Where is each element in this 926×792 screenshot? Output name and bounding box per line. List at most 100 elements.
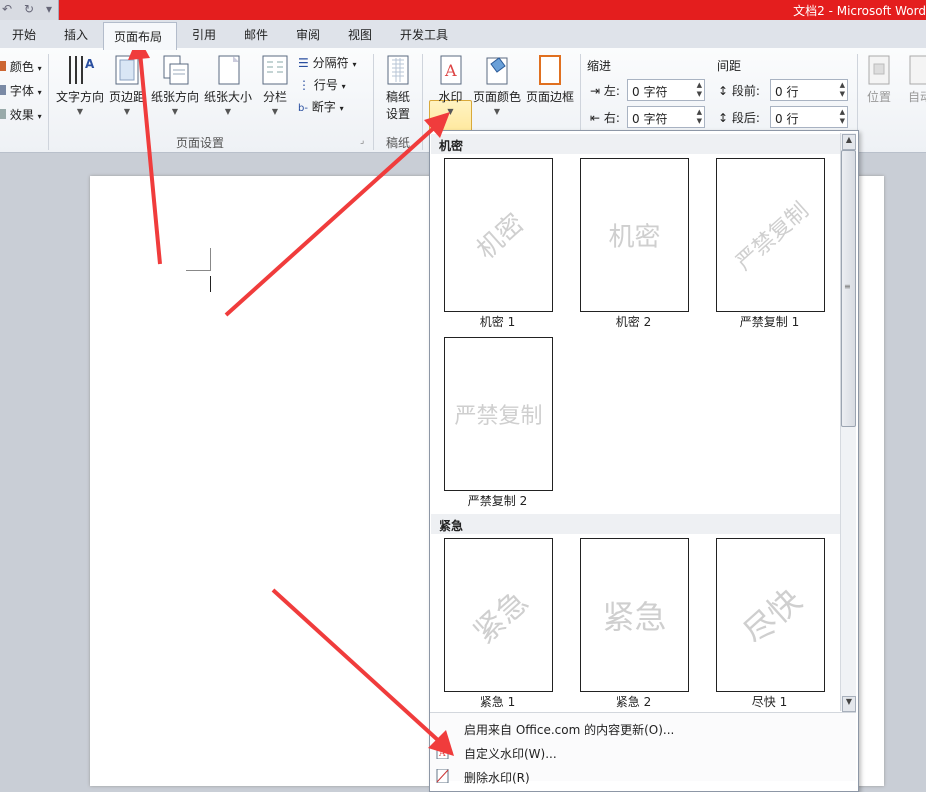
spacing-title: 间距 — [717, 59, 742, 73]
tab-insert[interactable]: 插入 — [64, 26, 88, 43]
manuscript-icon — [387, 55, 409, 85]
tab-view[interactable]: 视图 — [348, 26, 372, 43]
section-title-confidential: 机密 — [439, 139, 464, 153]
spin-down-icon[interactable]: ▼ — [697, 90, 702, 98]
menu-custom-watermark[interactable]: 自定义水印(W)... — [464, 745, 557, 762]
svg-text:A: A — [444, 61, 457, 80]
page-color-icon — [486, 57, 508, 85]
watermark-thumb[interactable]: 机密 — [444, 158, 553, 312]
breaks-icon: ☰ — [298, 56, 309, 70]
watermark-sample-text: 机密 — [608, 222, 661, 253]
tab-home[interactable]: 开始 — [12, 26, 36, 43]
customize-qat-icon[interactable]: ▾ — [46, 2, 52, 16]
orientation-icon — [163, 55, 189, 85]
margins-label: 页边距 — [108, 90, 145, 104]
spacing-after-icon: ↕ — [718, 111, 729, 125]
text-direction-button[interactable]: A 文字方向 ▼ — [55, 54, 105, 116]
hyphenation-label: 断字 — [311, 100, 336, 114]
breaks-button[interactable]: ☰ 分隔符 ▾ — [298, 54, 356, 71]
position-icon — [868, 55, 890, 85]
spin-up-icon[interactable]: ▲ — [697, 108, 702, 116]
page-borders-button[interactable]: 页面边框 — [525, 54, 575, 105]
manuscript-settings-button[interactable]: 稿纸 设置 — [380, 54, 416, 122]
spacing-after-input[interactable]: 0 行 ▲ ▼ — [770, 106, 848, 128]
spin-down-icon[interactable]: ▼ — [697, 117, 702, 125]
watermark-thumb[interactable]: 机密 — [580, 158, 689, 312]
text-direction-icon: A — [69, 56, 95, 84]
columns-button[interactable]: 分栏 ▼ — [258, 54, 292, 116]
position-button[interactable]: 位置 — [862, 54, 896, 105]
line-numbers-button[interactable]: ⋮ 行号 ▾ — [298, 76, 346, 93]
size-button[interactable]: 纸张大小 ▼ — [203, 54, 253, 116]
menu-remove-watermark[interactable]: 删除水印(R) — [464, 769, 530, 786]
indent-right-label-row: ⇤ 右: — [590, 109, 620, 126]
margins-icon — [115, 55, 139, 85]
watermark-sample-text: 紧急 — [602, 598, 667, 636]
spacing-before-input[interactable]: 0 行 ▲ ▼ — [770, 79, 848, 101]
menu-custom-watermark-label: 自定义水印(W)... — [464, 747, 557, 761]
menu-office-updates[interactable]: 启用来自 Office.com 的内容更新(O)... — [464, 721, 674, 738]
manuscript-settings-label-1: 稿纸 — [385, 90, 410, 104]
redo-icon[interactable]: ↻ — [24, 2, 34, 16]
margin-corner-mark — [186, 248, 211, 271]
scroll-down-icon[interactable]: ▼ — [842, 696, 856, 712]
spin-up-icon[interactable]: ▲ — [840, 108, 845, 116]
tab-mailings[interactable]: 邮件 — [244, 26, 268, 43]
watermark-thumb-label: 尽快 1 — [751, 695, 788, 709]
indent-left-input[interactable]: 0 字符 ▲ ▼ — [627, 79, 705, 101]
scroll-grip-icon: ≡ — [844, 282, 851, 291]
theme-effects-button[interactable]: 效果 ▾ — [0, 106, 42, 123]
indent-left-icon: ⇥ — [590, 84, 601, 98]
spin-down-icon[interactable]: ▼ — [840, 90, 845, 98]
svg-text:A: A — [438, 749, 446, 759]
position-label: 位置 — [866, 90, 891, 104]
auto-wrap-label: 自动 — [907, 90, 926, 104]
text-cursor — [210, 276, 211, 292]
chevron-down-icon: ▼ — [224, 107, 232, 116]
watermark-thumb[interactable]: 紧急 — [444, 538, 553, 692]
tab-review[interactable]: 审阅 — [296, 26, 320, 43]
watermark-sample-text: 紧急 — [466, 584, 535, 651]
watermark-thumb-label: 机密 2 — [615, 315, 652, 329]
tab-developer[interactable]: 开发工具 — [400, 26, 448, 43]
theme-colors-button[interactable]: 颜色 ▾ — [0, 58, 42, 75]
scroll-up-icon[interactable]: ▲ — [842, 134, 856, 150]
spin-up-icon[interactable]: ▲ — [697, 81, 702, 89]
gallery-section-header: 机密 — [431, 134, 840, 154]
undo-icon[interactable]: ↶ — [2, 2, 12, 16]
page-borders-icon — [539, 55, 561, 85]
watermark-button-content[interactable]: A 水印 ▼ — [430, 54, 471, 116]
watermark-thumb[interactable]: 尽快 — [716, 538, 825, 692]
gallery-section-header: 紧急 — [431, 514, 840, 534]
orientation-button[interactable]: 纸张方向 ▼ — [150, 54, 200, 116]
indent-right-input[interactable]: 0 字符 ▲ ▼ — [627, 106, 705, 128]
watermark-menu: 启用来自 Office.com 的内容更新(O)... A 自定义水印(W)..… — [430, 712, 856, 785]
tab-page-layout[interactable]: 页面布局 — [103, 22, 177, 50]
watermark-thumb[interactable]: 紧急 — [580, 538, 689, 692]
hyphenation-button[interactable]: b‑ 断字 ▾ — [298, 98, 344, 115]
watermark-icon: A — [440, 55, 461, 85]
spin-up-icon[interactable]: ▲ — [840, 81, 845, 89]
margins-button[interactable]: 页边距 ▼ — [107, 54, 147, 116]
watermark-gallery-dropdown: 机密 机密 机密 1 机密 机密 2 严禁复制 严禁复制 1 严禁复制 严禁复制… — [429, 130, 859, 792]
spin-down-icon[interactable]: ▼ — [840, 117, 845, 125]
spacing-after-label-row: ↕ 段后: — [718, 109, 760, 126]
watermark-thumb[interactable]: 严禁复制 — [716, 158, 825, 312]
breaks-label: 分隔符 — [312, 56, 349, 70]
chevron-down-icon: ▼ — [123, 107, 131, 116]
section-title-urgent: 紧急 — [439, 519, 464, 533]
size-label: 纸张大小 — [203, 90, 252, 104]
theme-fonts-button[interactable]: 字体 ▾ — [0, 82, 42, 99]
dialog-launcher-icon[interactable]: ⌟ — [360, 136, 364, 146]
tab-references[interactable]: 引用 — [192, 26, 216, 43]
watermark-thumb-label: 机密 1 — [479, 315, 516, 329]
line-numbers-icon: ⋮ — [298, 78, 310, 92]
theme-effects-label: 效果 — [9, 108, 34, 122]
theme-colors-icon — [0, 61, 6, 71]
text-direction-label: 文字方向 — [55, 90, 104, 104]
page-color-button[interactable]: 页面颜色 ▼ — [472, 54, 522, 116]
spacing-after-value: 0 行 — [775, 112, 799, 126]
chevron-down-icon: ▼ — [271, 107, 279, 116]
watermark-thumb[interactable]: 严禁复制 — [444, 337, 553, 491]
auto-wrap-button[interactable]: 自动 — [900, 54, 926, 105]
